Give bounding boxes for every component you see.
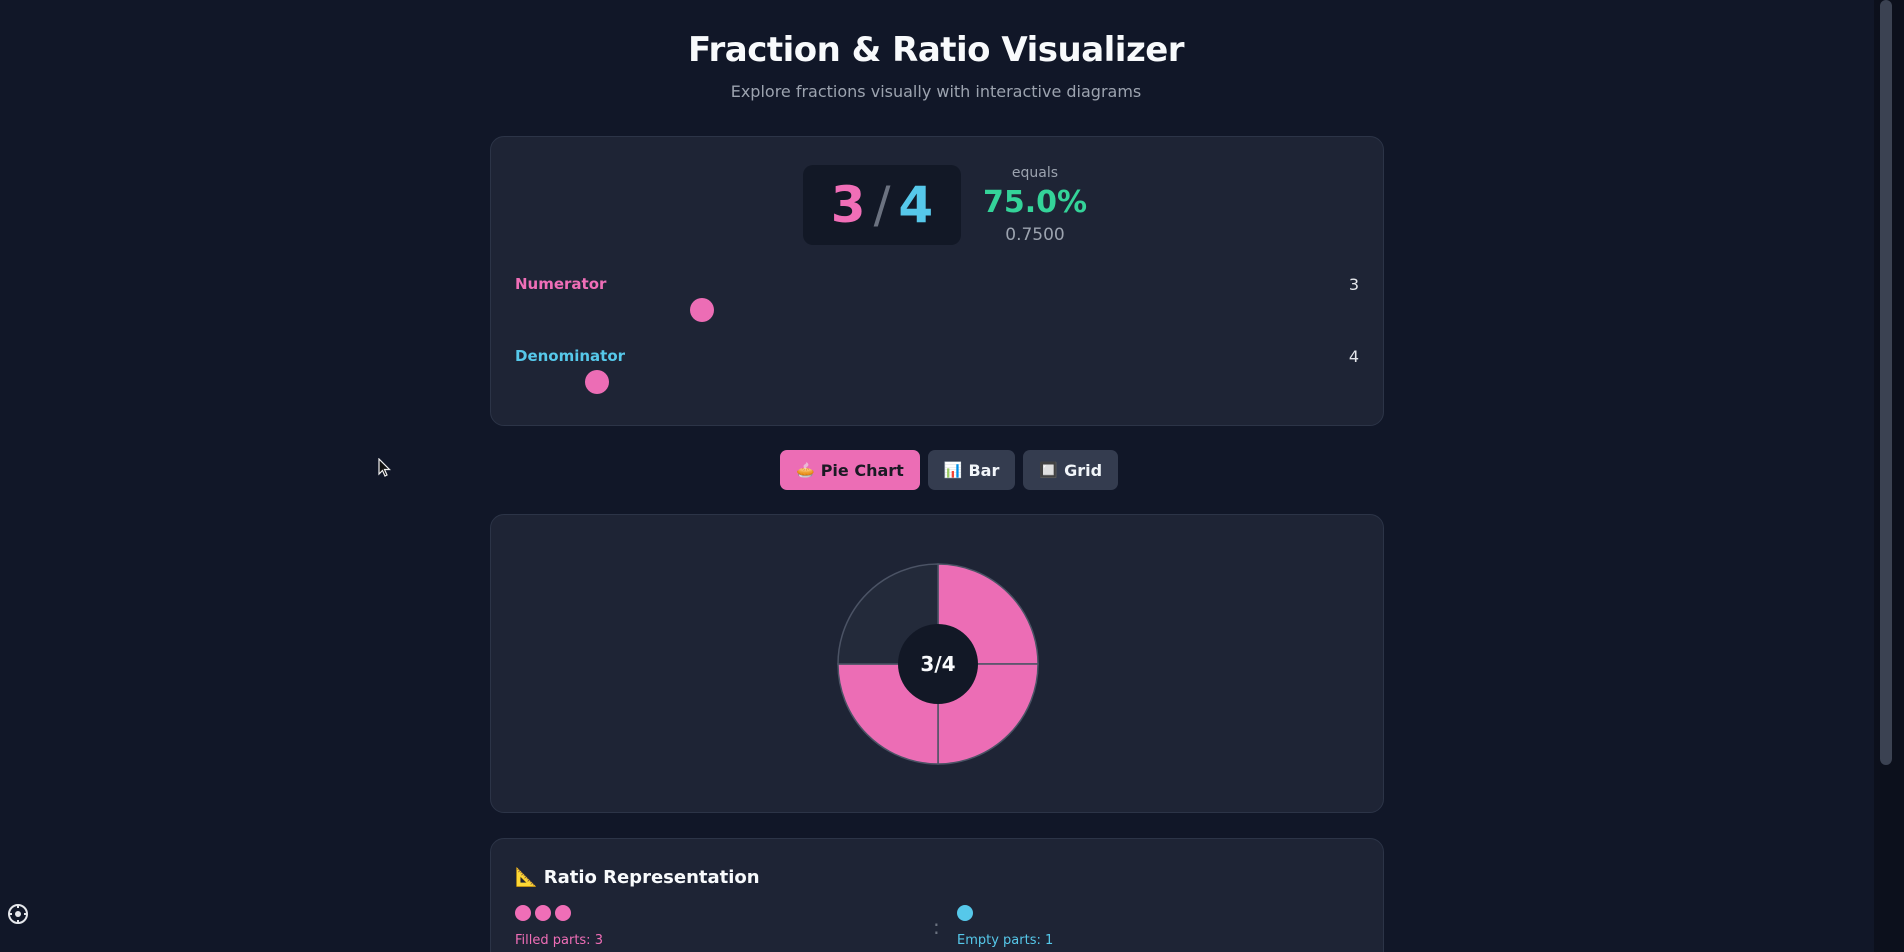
- fraction-numerator: 3: [830, 176, 866, 234]
- pie-chart: 3/4: [837, 563, 1039, 765]
- empty-parts-label: Empty parts: 1: [957, 933, 1054, 948]
- bar-chart-icon: 📊: [943, 461, 963, 479]
- ratio-card: 📐 Ratio Representation Filled parts: 3 :…: [490, 838, 1384, 952]
- accessibility-icon[interactable]: [6, 902, 30, 926]
- scrollbar-thumb[interactable]: [1880, 0, 1892, 765]
- fraction-slash: /: [873, 176, 891, 234]
- empty-part-dot: [957, 905, 973, 921]
- triangle-ruler-icon: 📐: [515, 867, 538, 888]
- percent-value: 75.0%: [982, 185, 1088, 220]
- fraction-controls-card: 3 / 4 equals 75.0% 0.7500 Numerator 3 De…: [490, 136, 1384, 426]
- tab-pie-chart[interactable]: 🥧 Pie Chart: [780, 450, 920, 490]
- denominator-slider-value: 4: [1348, 347, 1359, 366]
- page-subtitle: Explore fractions visually with interact…: [730, 82, 1142, 101]
- filled-parts-label: Filled parts: 3: [515, 933, 603, 948]
- tab-label: Bar: [968, 460, 1000, 480]
- chart-card: 3/4: [490, 514, 1384, 813]
- tab-grid[interactable]: 🔲 Grid: [1023, 450, 1119, 490]
- mouse-cursor-icon: [378, 458, 391, 477]
- equals-label: equals: [1011, 165, 1059, 181]
- page-title: Fraction & Ratio Visualizer: [687, 30, 1185, 70]
- fraction-display: 3 / 4: [803, 165, 961, 245]
- filled-dots: [515, 905, 571, 921]
- filled-part-dot: [555, 905, 571, 921]
- ratio-separator: :: [933, 915, 940, 939]
- view-tabs: 🥧 Pie Chart 📊 Bar 🔲 Grid: [780, 450, 1119, 490]
- pie-center-label: 3/4: [920, 652, 955, 676]
- tab-bar[interactable]: 📊 Bar: [927, 450, 1016, 490]
- decimal-value: 0.7500: [1005, 225, 1065, 245]
- page: Fraction & Ratio Visualizer Explore frac…: [0, 0, 1904, 952]
- ratio-title-text: Ratio Representation: [543, 867, 760, 888]
- denominator-slider-label: Denominator: [515, 347, 626, 365]
- numerator-slider-thumb[interactable]: [689, 298, 714, 322]
- tab-label: Pie Chart: [820, 460, 904, 480]
- denominator-slider-thumb[interactable]: [584, 370, 609, 394]
- filled-part-dot: [515, 905, 531, 921]
- numerator-slider-label: Numerator: [515, 275, 607, 293]
- filled-part-dot: [535, 905, 551, 921]
- pie-icon: 🥧: [796, 461, 815, 479]
- grid-icon: 🔲: [1039, 461, 1059, 479]
- numerator-slider-value: 3: [1348, 275, 1359, 294]
- tab-label: Grid: [1064, 460, 1103, 480]
- ratio-title: 📐 Ratio Representation: [515, 867, 760, 888]
- fraction-denominator: 4: [898, 176, 934, 234]
- empty-dots: [957, 905, 973, 921]
